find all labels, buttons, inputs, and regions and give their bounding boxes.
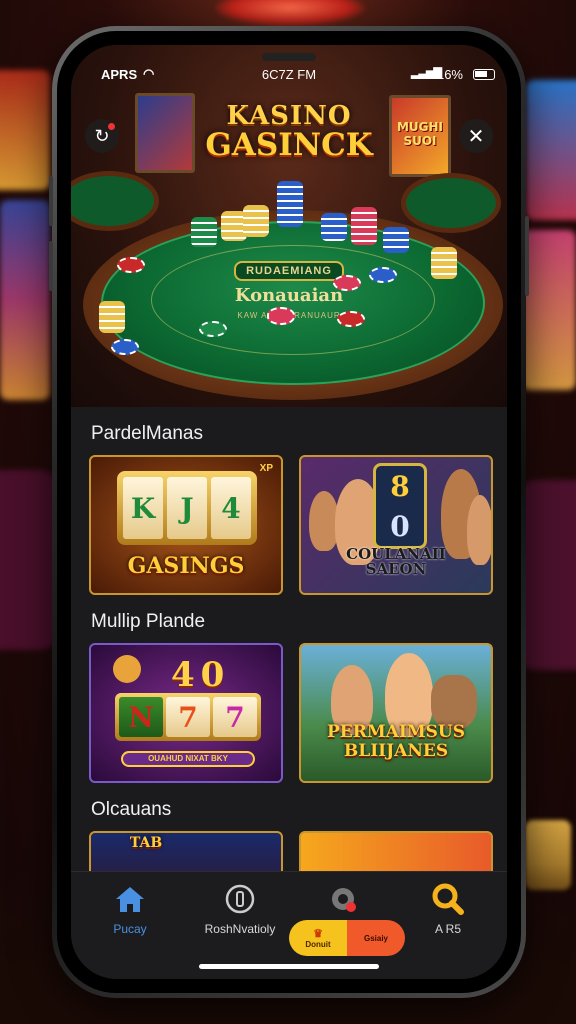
chip-green	[199, 321, 227, 337]
chip-stack-blue	[383, 227, 409, 253]
slot-reels-top: 4 0	[171, 655, 224, 695]
status-bar: APRS ◠ 6C7Z FM ▂▃▅▇ 16%	[71, 45, 507, 91]
casino-logo: KASINO GASINCK	[71, 101, 507, 163]
slot-display: 8 0	[373, 463, 427, 549]
phone-bezel: MUGHI SUOI KASINO GASINCK RUDAEMIANG Kon…	[57, 31, 521, 993]
chip-blue	[369, 267, 397, 283]
slot-reels: K J 4	[117, 471, 257, 545]
game-card-gasings[interactable]: K J 4 XP GASINGS	[89, 455, 283, 595]
reel-symbol: 4	[171, 655, 195, 695]
reel-symbol: N	[119, 697, 163, 737]
bottom-navigation: Pucay RoshNvatioly A R5 ♛ Donuit Gsiaiy	[71, 871, 507, 979]
card-caption: COULANAII SAEON	[346, 545, 446, 578]
nav-item-settings[interactable]	[299, 884, 389, 922]
chip-stack-red	[351, 207, 377, 245]
section-title-pardelmanas: PardelManas	[91, 423, 203, 444]
chip-red	[117, 257, 145, 273]
phone-frame: MUGHI SUOI KASINO GASINCK RUDAEMIANG Kon…	[49, 26, 529, 998]
crown-icon: ♛	[313, 928, 323, 940]
close-icon: ✕	[467, 125, 485, 148]
app-screen: MUGHI SUOI KASINO GASINCK RUDAEMIANG Kon…	[71, 45, 507, 979]
side-table-right	[401, 173, 501, 233]
gear-icon	[299, 884, 389, 914]
backdrop-chair-left	[0, 470, 60, 650]
search-icon	[403, 883, 493, 915]
mascot-icon	[113, 655, 141, 683]
promo-right-label: Gsiaiy	[363, 933, 388, 943]
chip-blue	[111, 339, 139, 355]
reel-symbol: 7	[213, 697, 257, 737]
battery-icon	[473, 69, 495, 80]
card-caption: TAB	[129, 835, 163, 851]
card-caption: PERMAIMSUS BLIIJANES	[326, 722, 466, 761]
reel-symbol: 4	[211, 477, 251, 539]
hero-banner[interactable]: MUGHI SUOI KASINO GASINCK RUDAEMIANG Kon…	[71, 45, 507, 407]
nav-item-roshnvatioly[interactable]: RoshNvatioly	[195, 884, 285, 936]
slot-display-digit: 0	[390, 509, 410, 543]
card-badge: XP	[259, 463, 273, 474]
nav-item-pucay[interactable]: Pucay	[85, 884, 175, 936]
chip-stack-gold	[243, 205, 269, 237]
reel-symbol: J	[167, 477, 207, 539]
home-icon	[85, 884, 175, 914]
backdrop-slot-machine-right	[526, 80, 576, 220]
phone-volume-button	[49, 241, 53, 291]
game-card-coulanaii-saeon[interactable]: 8 0 COULANAII SAEON	[299, 455, 493, 595]
promo-left-label: Donuit	[305, 940, 331, 949]
promo-toggle[interactable]: ♛ Donuit Gsiaiy	[289, 920, 405, 956]
nav-label: A R5	[434, 922, 461, 936]
card-caption: OUAHUD NIXAT BKY	[121, 751, 255, 767]
felt-banner-text: RUDAEMIANG	[234, 261, 344, 281]
section-title-olcauans: Olcauans	[91, 799, 172, 820]
promo-bonus-button[interactable]: Gsiaiy	[347, 920, 405, 956]
slot-reels-bottom: N 7 7	[115, 693, 261, 741]
nav-item-ars[interactable]: A R5	[403, 883, 493, 936]
refresh-icon: ↻	[94, 125, 110, 146]
chip-red	[267, 307, 295, 325]
chip-red	[333, 275, 361, 291]
game-card-ouahud[interactable]: 4 0 N 7 7 OUAHUD NIXAT BKY	[89, 643, 283, 783]
backdrop-slot-machine-right-lower	[522, 230, 576, 390]
chip-stack-gold	[99, 301, 125, 333]
home-indicator[interactable]	[199, 964, 379, 969]
backdrop-lamp	[215, 0, 365, 26]
card-caption: GASINGS	[127, 553, 245, 579]
chip-red	[337, 311, 365, 327]
reel-symbol: 7	[166, 697, 210, 737]
logo-line-2: GASINCK	[205, 127, 373, 163]
nav-label: RoshNvatioly	[204, 922, 276, 936]
chip-stack-gold	[431, 247, 457, 279]
dog-figure	[431, 675, 477, 729]
chip-stack-blue	[321, 213, 347, 241]
reel-symbol: 0	[200, 655, 225, 695]
close-button[interactable]: ✕	[459, 119, 493, 153]
refresh-button[interactable]: ↻	[85, 119, 119, 153]
nav-label: Pucay	[113, 922, 147, 936]
battery-percent: 16%	[436, 67, 463, 82]
section-title-mullip-plande: Mullip Plande	[91, 611, 206, 632]
phone-volume-button	[49, 176, 53, 226]
phone-power-button	[525, 216, 529, 296]
notification-dot	[108, 123, 115, 130]
reel-symbol: K	[123, 477, 163, 539]
chip-stack-green	[191, 217, 217, 247]
slot-display-digit: 8	[390, 469, 410, 503]
felt-title: Konauaian	[234, 285, 344, 306]
promo-deposit-button[interactable]: ♛ Donuit	[289, 920, 347, 956]
side-table-left	[71, 171, 159, 231]
coin-icon	[195, 884, 285, 914]
backdrop-slot-machine-left	[0, 70, 50, 190]
backdrop-slot-machine-left-lower	[0, 200, 50, 400]
game-card-permaimsus[interactable]: PERMAIMSUS BLIIJANES	[299, 643, 493, 783]
dynamic-island	[262, 53, 316, 61]
chip-stack-blue	[277, 181, 303, 227]
